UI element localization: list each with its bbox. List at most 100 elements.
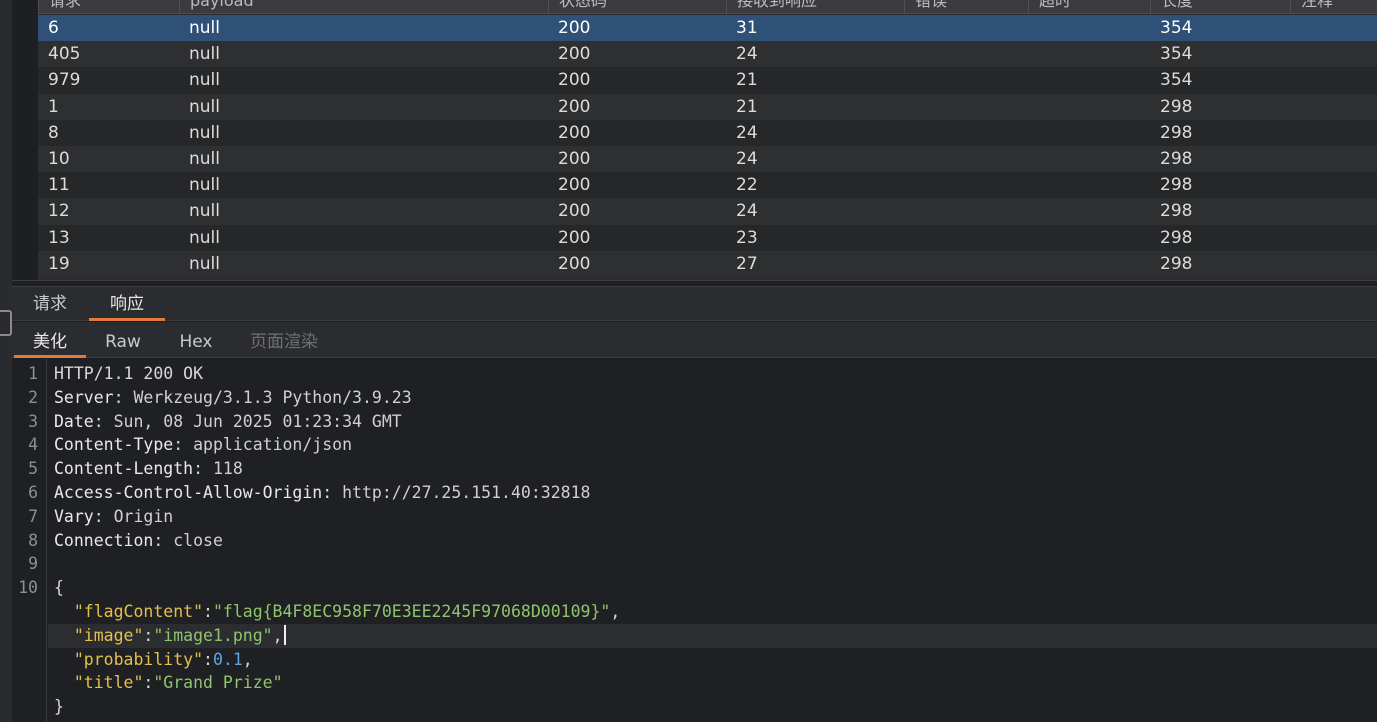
response-editor[interactable]: 1 2 3 4 5 6 7 8 9 10 HTTP/1.1 200 OK Ser… <box>12 359 1377 722</box>
header-name: Date <box>54 411 94 431</box>
cell-status-code: 200 <box>558 122 591 143</box>
table-row[interactable]: 12 null 200 24 298 <box>38 198 1377 225</box>
line-number: 10 <box>18 578 38 598</box>
table-row[interactable]: 8 null 200 24 298 <box>38 119 1377 146</box>
view-mode-tabs: 美化 Raw Hex 页面渲染 <box>12 322 1377 358</box>
json-key: "flagContent" <box>73 602 204 621</box>
column-header-comment[interactable]: 注释 <box>1290 0 1333 14</box>
cell-response-received: 24 <box>736 44 758 65</box>
cell-request-id: 13 <box>48 227 70 248</box>
column-header-length[interactable]: 长度 <box>1150 0 1193 14</box>
split-pane-divider[interactable] <box>12 280 1377 287</box>
header-value: http://27.25.151.40:32818 <box>342 483 591 502</box>
cell-response-received: 21 <box>736 70 758 91</box>
cell-request-id: 8 <box>48 122 59 143</box>
line-number: 4 <box>28 435 38 455</box>
cell-length: 298 <box>1160 96 1193 117</box>
header-line: Content-Length: 118 <box>54 459 243 479</box>
table-row[interactable]: 405 null 200 24 354 <box>38 41 1377 68</box>
cell-request-id: 405 <box>48 44 81 65</box>
json-key: "probability" <box>73 649 204 669</box>
header-name: Content-Type <box>54 435 174 455</box>
cell-length: 298 <box>1160 148 1193 169</box>
cell-response-received: 27 <box>736 253 758 274</box>
json-key: "title" <box>73 673 144 693</box>
cell-request-id: 11 <box>48 175 70 196</box>
header-line: Vary: Origin <box>54 506 174 526</box>
header-value: application/json <box>193 435 353 455</box>
cell-request-id: 979 <box>48 70 81 91</box>
header-value: 118 <box>212 459 243 479</box>
header-line: Connection: close <box>54 530 223 550</box>
column-header-received[interactable]: 接收到响应 <box>726 0 817 14</box>
tab-pretty[interactable]: 美化 <box>14 322 86 358</box>
cell-response-received: 24 <box>736 201 758 222</box>
cell-response-received: 24 <box>736 148 758 169</box>
cell-request-id: 12 <box>48 201 70 222</box>
header-value: close <box>173 530 223 550</box>
tab-hex[interactable]: Hex <box>170 322 222 358</box>
cell-payload: null <box>189 44 220 65</box>
line-number: 3 <box>28 411 38 431</box>
cell-payload: null <box>189 148 220 169</box>
column-header-error[interactable]: 错误 <box>904 0 947 14</box>
line-number: 2 <box>28 387 38 407</box>
cell-status-code: 200 <box>558 148 591 169</box>
column-header-timeout[interactable]: 超时 <box>1028 0 1071 14</box>
line-number: 6 <box>28 483 38 502</box>
header-name: Vary <box>54 506 94 526</box>
column-header-status[interactable]: 状态码 <box>548 0 607 14</box>
cell-length: 298 <box>1160 227 1193 248</box>
column-header-payload[interactable]: payload <box>179 0 254 14</box>
table-row[interactable]: 979 null 200 21 354 <box>38 67 1377 94</box>
line-number: 1 <box>28 364 38 383</box>
cell-status-code: 200 <box>558 175 591 196</box>
cell-request-id: 10 <box>48 148 70 169</box>
cell-length: 298 <box>1160 122 1193 143</box>
cell-payload: null <box>189 201 220 222</box>
cell-payload: null <box>189 70 220 91</box>
header-line: Date: Sun, 08 Jun 2025 01:23:34 GMT <box>54 411 402 431</box>
table-row[interactable]: 11 null 200 22 298 <box>38 172 1377 199</box>
cell-request-id: 1 <box>48 96 59 117</box>
table-row[interactable]: 1 null 200 21 298 <box>38 93 1377 120</box>
tab-request[interactable]: 请求 <box>22 287 78 321</box>
header-name: Connection <box>54 530 154 550</box>
cell-length: 354 <box>1160 70 1193 91</box>
panel-toggle-handle[interactable] <box>0 310 12 336</box>
table-row[interactable]: 19 null 200 27 298 <box>38 250 1377 277</box>
cell-response-received: 21 <box>736 96 758 117</box>
header-name: Content-Length <box>54 459 194 479</box>
header-value: Origin <box>113 506 174 526</box>
header-line: Access-Control-Allow-Origin: http://27.2… <box>54 483 591 502</box>
json-value: "flag{B4F8EC958F70E3EE2245F97068D00109}" <box>212 602 611 621</box>
request-response-tabs: 请求 响应 <box>12 287 1377 321</box>
tab-response[interactable]: 响应 <box>89 287 165 321</box>
json-field-line: "flagContent":"flag{B4F8EC958F70E3EE2245… <box>73 602 621 621</box>
json-field-line-current[interactable]: "image":"image1.png", <box>48 623 1377 648</box>
table-header: 请求 payload 状态码 接收到响应 错误 超时 长度 注释 <box>38 0 1377 14</box>
cell-response-received: 22 <box>736 175 758 196</box>
cell-request-id: 6 <box>48 18 59 38</box>
json-value: "Grand Prize" <box>153 673 283 693</box>
cell-status-code: 200 <box>558 70 591 91</box>
cell-payload: null <box>189 18 220 38</box>
tab-raw[interactable]: Raw <box>96 322 150 358</box>
table-row[interactable]: 6 null 200 31 354 <box>38 15 1377 42</box>
line-number: 8 <box>28 530 38 550</box>
left-strip <box>0 0 12 722</box>
tab-render: 页面渲染 <box>250 332 318 352</box>
cell-status-code: 200 <box>558 44 591 65</box>
cell-status-code: 200 <box>558 227 591 248</box>
column-header-request[interactable]: 请求 <box>38 0 81 14</box>
header-value: Werkzeug/3.1.3 Python/3.9.23 <box>133 387 412 407</box>
cell-status-code: 200 <box>558 18 591 38</box>
results-table: 请求 payload 状态码 接收到响应 错误 超时 长度 注释 6 null 20… <box>38 0 1377 280</box>
cell-payload: null <box>189 227 220 248</box>
line-number: 9 <box>28 554 38 574</box>
table-row[interactable]: 10 null 200 24 298 <box>38 145 1377 173</box>
table-row[interactable]: 13 null 200 23 298 <box>38 224 1377 251</box>
cell-length: 298 <box>1160 201 1193 222</box>
cell-length: 354 <box>1160 18 1193 38</box>
header-value: Sun, 08 Jun 2025 01:23:34 GMT <box>113 411 402 431</box>
